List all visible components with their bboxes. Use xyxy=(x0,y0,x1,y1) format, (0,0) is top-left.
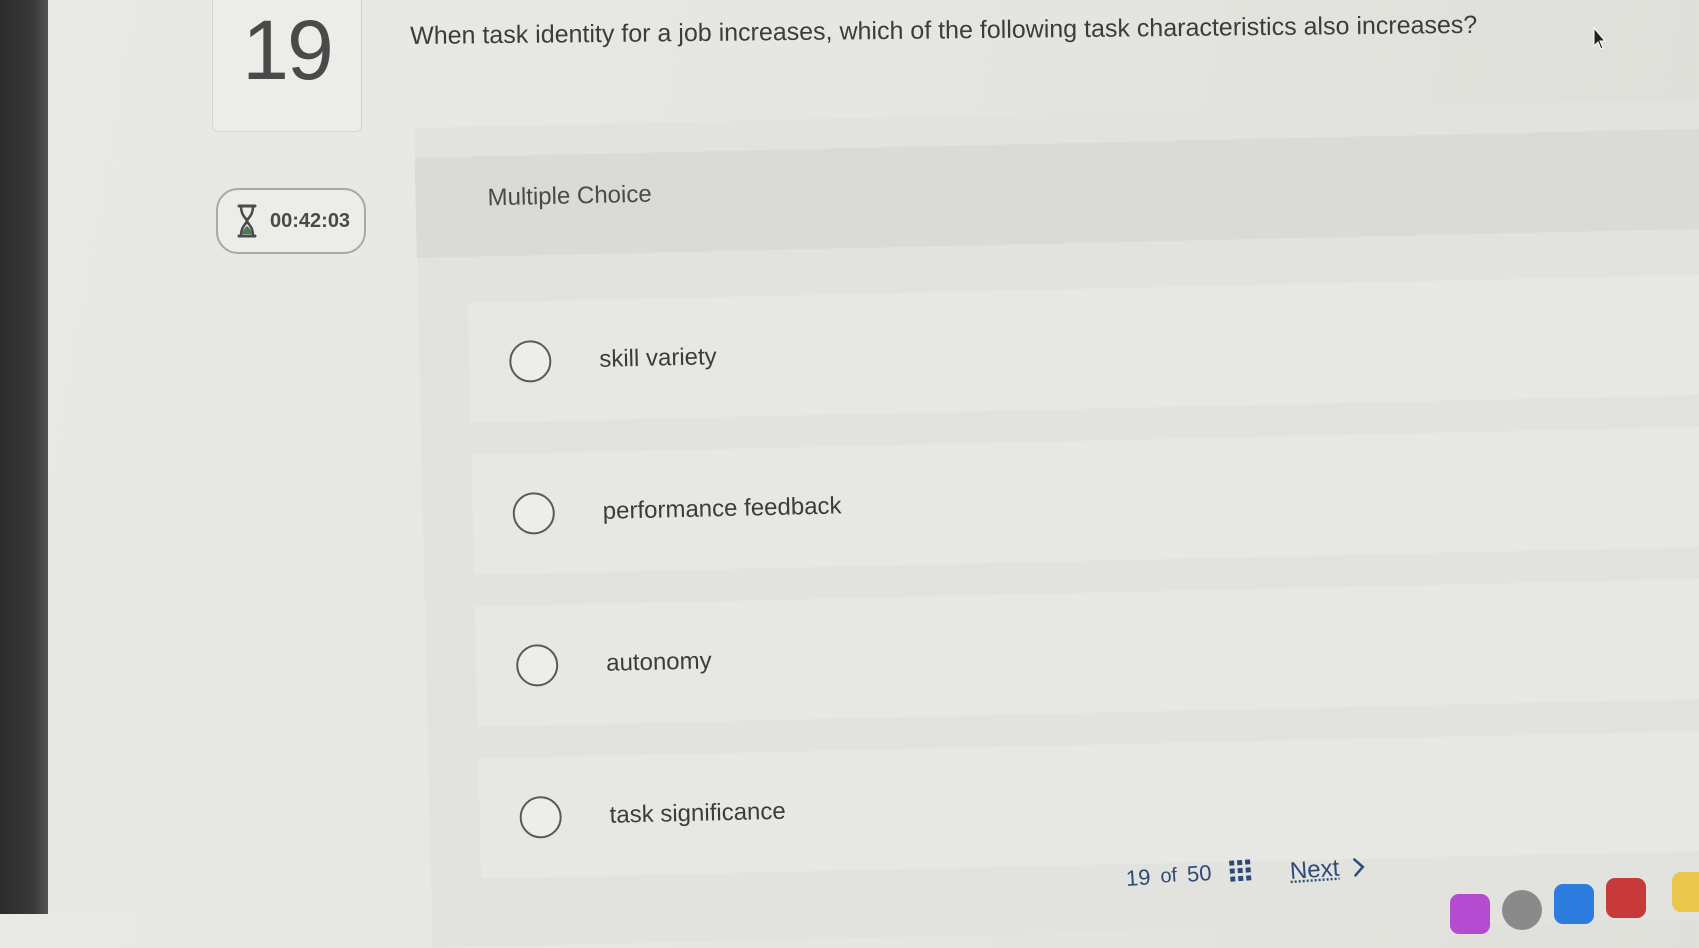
answer-option-2[interactable]: performance feedback xyxy=(471,426,1699,575)
monitor-bezel xyxy=(0,0,48,914)
macos-dock xyxy=(1420,872,1699,934)
question-number-box: 19 xyxy=(212,0,362,132)
next-button[interactable]: Next xyxy=(1289,853,1366,886)
radio-button[interactable] xyxy=(519,795,563,839)
dock-app-icon[interactable] xyxy=(1450,894,1490,934)
dock-app-icon[interactable] xyxy=(1502,890,1542,930)
hourglass-icon xyxy=(237,204,257,238)
question-number: 19 xyxy=(242,3,333,97)
next-button-label: Next xyxy=(1289,854,1341,885)
question-text: When task identity for a job increases, … xyxy=(410,10,1478,50)
answer-option-label: autonomy xyxy=(605,647,712,677)
answer-option-label: task significance xyxy=(609,797,786,829)
answer-option-label: performance feedback xyxy=(602,492,842,525)
answer-option-label: skill variety xyxy=(598,343,717,373)
answer-option-3[interactable]: autonomy xyxy=(474,578,1699,727)
question-panel: Multiple Choice skill variety performanc… xyxy=(414,98,1699,948)
grid-icon[interactable] xyxy=(1228,859,1252,882)
app-store-icon[interactable] xyxy=(1554,884,1594,924)
pager-of-label: of xyxy=(1159,863,1178,888)
timer-badge[interactable]: 00:42:03 xyxy=(216,188,366,254)
answer-option-4[interactable]: task significance xyxy=(478,730,1699,879)
dock-app-icon[interactable] xyxy=(1606,878,1646,918)
radio-button[interactable] xyxy=(508,339,552,383)
pager-current: 19 xyxy=(1125,864,1152,891)
mouse-cursor-icon xyxy=(1593,26,1606,50)
radio-button[interactable] xyxy=(512,491,556,535)
radio-button[interactable] xyxy=(515,643,559,687)
dock-app-icon[interactable] xyxy=(1672,872,1699,912)
answer-option-1[interactable]: skill variety xyxy=(467,274,1699,423)
question-type-label: Multiple Choice xyxy=(487,180,652,212)
chevron-right-icon xyxy=(1353,858,1365,877)
pager-total: 50 xyxy=(1186,860,1213,887)
timer-value: 00:42:03 xyxy=(270,209,351,232)
